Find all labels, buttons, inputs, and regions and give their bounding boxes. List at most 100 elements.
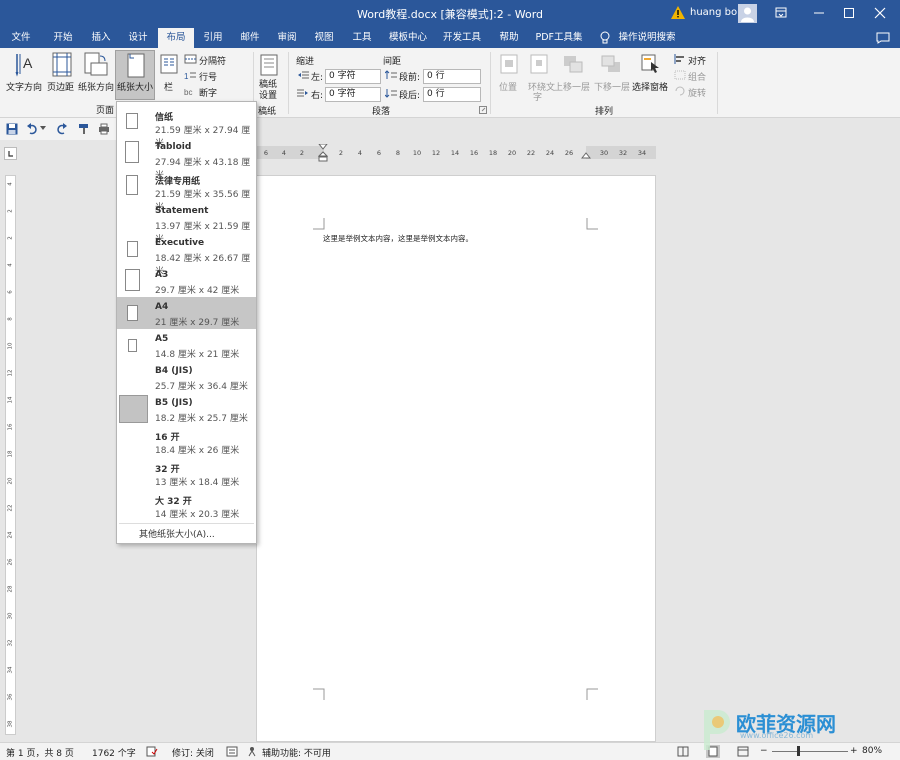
undo-icon[interactable] — [26, 123, 38, 135]
tab-view[interactable]: 视图 — [307, 28, 341, 48]
tab-template-center[interactable]: 模板中心 — [384, 28, 432, 48]
zoom-slider[interactable] — [772, 751, 848, 752]
margins-label[interactable]: 页边距 — [47, 80, 74, 93]
more-paper-sizes[interactable]: 其他纸张大小(A)... — [139, 527, 215, 540]
paper-size-option[interactable]: 大 32 开 14 厘米 x 20.3 厘米 — [117, 489, 256, 521]
bring-forward-icon[interactable] — [562, 54, 584, 74]
tab-file[interactable]: 文件 — [6, 28, 36, 48]
rotate-label[interactable]: 旋转 — [688, 86, 706, 99]
close-icon[interactable] — [869, 3, 891, 23]
zoom-out-button[interactable]: − — [760, 746, 768, 756]
warning-icon[interactable] — [671, 6, 685, 19]
bring-forward-label[interactable]: 上移一层 — [554, 80, 590, 93]
indent-left-input[interactable]: 0 字符 — [325, 69, 381, 84]
maximize-icon[interactable] — [838, 3, 860, 23]
vertical-ruler[interactable]: 4 2 2 4 6 8 10 12 14 16 18 20 22 24 26 28 30 32 34 36 38 — [5, 175, 16, 735]
manuscript-label[interactable]: 稿纸设置 — [259, 80, 281, 102]
breaks-label[interactable]: 分隔符 — [199, 54, 226, 67]
accessibility-status[interactable]: 辅助功能: 不可用 — [262, 746, 331, 759]
tab-mailings[interactable]: 邮件 — [233, 28, 267, 48]
ribbon-display-icon[interactable] — [770, 3, 792, 23]
right-indent-marker[interactable] — [581, 151, 591, 159]
wrap-text-icon[interactable] — [530, 54, 548, 74]
paper-size-option[interactable]: 信纸 21.59 厘米 x 27.94 厘米 — [117, 105, 256, 149]
tab-review[interactable]: 审阅 — [270, 28, 304, 48]
indent-marker[interactable] — [318, 144, 328, 162]
zoom-slider-thumb[interactable] — [797, 746, 800, 756]
orientation-label[interactable]: 纸张方向 — [78, 80, 114, 93]
paper-size-name: Tabloid — [155, 142, 192, 152]
spacing-before-input[interactable]: 0 行 — [423, 69, 481, 84]
word-count[interactable]: 1762 个字 — [92, 746, 136, 759]
paper-size-option[interactable]: Executive 18.42 厘米 x 26.67 厘米 — [117, 233, 256, 277]
ruler-tick-label: 6 — [264, 149, 268, 157]
paper-size-option[interactable]: B4 (JIS) 25.7 厘米 x 36.4 厘米 — [117, 361, 256, 393]
tab-pdf-tools[interactable]: PDF工具集 — [532, 28, 586, 48]
paper-size-option[interactable]: B5 (JIS) 18.2 厘米 x 25.7 厘米 — [117, 393, 256, 425]
align-label[interactable]: 对齐 — [688, 54, 706, 67]
proofing-icon[interactable] — [146, 746, 158, 757]
crop-mark-tr — [586, 218, 598, 230]
redo-icon[interactable] — [56, 123, 68, 135]
horizontal-ruler[interactable]: 6 4 2 2 4 6 8 10 12 14 16 18 20 22 24 26 30 32 34 — [256, 146, 656, 159]
position-label[interactable]: 位置 — [499, 80, 517, 93]
document-text[interactable]: 这里是举例文本内容，这里是举例文本内容。 — [323, 233, 473, 244]
tell-me-search[interactable]: 操作说明搜索 — [614, 28, 680, 48]
margins-icon[interactable] — [52, 52, 72, 78]
send-backward-icon[interactable] — [600, 54, 622, 74]
paper-size-option[interactable]: A3 29.7 厘米 x 42 厘米 — [117, 265, 256, 297]
size-button[interactable]: 纸张大小 — [115, 50, 155, 100]
tab-selector[interactable] — [4, 147, 17, 160]
user-name[interactable]: huang bo — [690, 7, 737, 18]
selection-pane-icon[interactable] — [641, 54, 661, 74]
manuscript-icon[interactable] — [260, 54, 278, 76]
paper-size-option[interactable]: A5 14.8 厘米 x 21 厘米 — [117, 329, 256, 361]
minimize-icon[interactable] — [808, 3, 830, 23]
tab-tools[interactable]: 工具 — [345, 28, 379, 48]
print-icon[interactable] — [98, 123, 110, 135]
zoom-level[interactable]: 80% — [862, 746, 882, 756]
macro-icon[interactable] — [226, 746, 238, 757]
tab-insert[interactable]: 插入 — [84, 28, 118, 48]
accessibility-icon[interactable] — [247, 746, 259, 757]
columns-icon[interactable] — [160, 54, 178, 74]
text-direction-icon[interactable]: A — [14, 52, 38, 78]
tab-design[interactable]: 设计 — [121, 28, 155, 48]
indent-right-input[interactable]: 0 字符 — [325, 87, 381, 102]
paper-size-option[interactable]: Tabloid 27.94 厘米 x 43.18 厘米 — [117, 137, 256, 181]
position-icon[interactable] — [500, 54, 518, 74]
hyphenation-icon: bc — [184, 88, 192, 96]
format-painter-icon[interactable] — [78, 123, 90, 135]
track-changes-status[interactable]: 修订: 关闭 — [172, 746, 214, 759]
group-label[interactable]: 组合 — [688, 70, 706, 83]
avatar[interactable] — [738, 4, 757, 23]
dialog-launcher-icon[interactable] — [479, 106, 487, 114]
web-layout-icon[interactable] — [737, 746, 749, 757]
orientation-icon[interactable] — [84, 52, 108, 78]
hyphenation-label[interactable]: 断字 — [199, 86, 217, 99]
line-numbers-label[interactable]: 行号 — [199, 70, 217, 83]
page-count[interactable]: 第 1 页，共 8 页 — [6, 746, 74, 759]
paper-size-option[interactable]: 法律专用纸 21.59 厘米 x 35.56 厘米 — [117, 169, 256, 213]
comment-icon[interactable] — [876, 32, 890, 44]
paper-size-option-selected[interactable]: A4 21 厘米 x 29.7 厘米 — [117, 297, 256, 329]
paper-size-option[interactable]: 16 开 18.4 厘米 x 26 厘米 — [117, 425, 256, 457]
send-backward-label[interactable]: 下移一层 — [594, 80, 630, 93]
read-mode-icon[interactable] — [677, 746, 689, 757]
tab-layout[interactable]: 布局 — [158, 28, 194, 48]
tab-references[interactable]: 引用 — [197, 28, 229, 48]
tab-developer[interactable]: 开发工具 — [438, 28, 486, 48]
columns-label[interactable]: 栏 — [164, 80, 173, 93]
watermark-url: www.office26.com — [740, 731, 814, 740]
undo-dropdown-icon[interactable] — [40, 126, 46, 131]
spacing-after-input[interactable]: 0 行 — [423, 87, 481, 102]
tab-help[interactable]: 帮助 — [494, 28, 524, 48]
zoom-in-button[interactable]: + — [850, 746, 858, 756]
document-page[interactable] — [256, 175, 656, 742]
text-direction-label[interactable]: 文字方向 — [6, 80, 42, 93]
paper-size-option[interactable]: 32 开 13 厘米 x 18.4 厘米 — [117, 457, 256, 489]
tab-home[interactable]: 开始 — [46, 28, 80, 48]
save-icon[interactable] — [6, 123, 18, 135]
paper-size-option[interactable]: Statement 13.97 厘米 x 21.59 厘米 — [117, 201, 256, 245]
selection-pane-label[interactable]: 选择窗格 — [632, 80, 668, 93]
